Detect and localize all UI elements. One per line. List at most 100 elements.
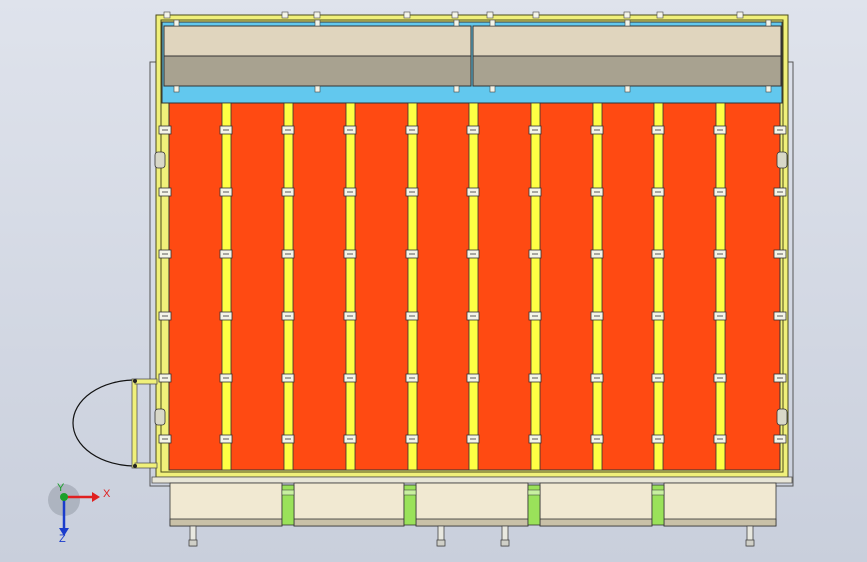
side-bracket-right: [776, 408, 788, 426]
module-clip: [219, 311, 233, 321]
green-connector: [403, 484, 417, 526]
header-tab: [173, 85, 180, 93]
green-connector: [527, 484, 541, 526]
module-clip: [343, 434, 357, 444]
module-clip: [219, 434, 233, 444]
bottom-box: [663, 482, 777, 527]
module-clip: [281, 434, 295, 444]
module-clip: [466, 125, 480, 135]
module-clip: [590, 373, 604, 383]
frame-tab: [486, 11, 494, 19]
module-clip: [281, 249, 295, 259]
module-clip: [773, 311, 787, 321]
module-clip: [651, 434, 665, 444]
top-panel-right: [472, 25, 782, 87]
axis-triad: X Z Y: [48, 482, 111, 545]
module-clip: [466, 434, 480, 444]
module-clip: [773, 249, 787, 259]
header-tab: [489, 19, 496, 27]
bottom-rail: [151, 476, 793, 484]
header-tab: [624, 85, 631, 93]
frame-tab: [403, 11, 411, 19]
module-clip: [219, 249, 233, 259]
module-clip: [466, 249, 480, 259]
separator-strip: [592, 102, 603, 471]
green-connector: [651, 484, 665, 526]
module-clip: [773, 373, 787, 383]
frame-tab: [623, 11, 631, 19]
module-clip: [158, 249, 172, 259]
header-tab: [173, 19, 180, 27]
module-clip: [281, 311, 295, 321]
module-clip: [773, 125, 787, 135]
side-bracket-right: [776, 151, 788, 169]
separator-strip: [345, 102, 356, 471]
bottom-box: [539, 482, 653, 527]
module-clip: [405, 187, 419, 197]
module-clip: [713, 373, 727, 383]
module-clip: [528, 373, 542, 383]
module-clip: [528, 125, 542, 135]
module-clip: [713, 311, 727, 321]
module-clip: [405, 311, 419, 321]
module-clip: [219, 373, 233, 383]
separator-strip: [468, 102, 479, 471]
module-clip: [343, 373, 357, 383]
module-clip: [528, 434, 542, 444]
module-clip: [651, 249, 665, 259]
x-axis-label: X: [103, 488, 111, 500]
header-tab: [314, 85, 321, 93]
module-clip: [713, 187, 727, 197]
module-clip: [713, 125, 727, 135]
module-clip: [281, 187, 295, 197]
module-clip: [651, 125, 665, 135]
support-foot: [500, 525, 510, 547]
module-clip: [590, 434, 604, 444]
module-clip: [281, 125, 295, 135]
module-clip: [405, 249, 419, 259]
module-clip: [773, 434, 787, 444]
module-clip: [343, 125, 357, 135]
module-clip: [651, 311, 665, 321]
frame-tab: [313, 11, 321, 19]
side-handle: [72, 378, 158, 469]
module-clip: [405, 373, 419, 383]
z-axis-label: Z: [59, 533, 66, 545]
y-axis-origin: [60, 493, 68, 501]
module-clip: [528, 249, 542, 259]
support-foot: [745, 525, 755, 547]
separator-strip: [283, 102, 294, 471]
module-clip: [528, 311, 542, 321]
module-clip: [405, 434, 419, 444]
frame-tab: [451, 11, 459, 19]
separator-strip: [715, 102, 726, 471]
bottom-box: [293, 482, 405, 527]
header-tab: [314, 19, 321, 27]
module-clip: [158, 125, 172, 135]
y-axis-label: Y: [57, 482, 65, 494]
module-clip: [466, 311, 480, 321]
module-clip: [158, 373, 172, 383]
frame-tab: [281, 11, 289, 19]
bottom-box: [169, 482, 283, 527]
module-clip: [158, 434, 172, 444]
module-clip: [590, 249, 604, 259]
support-foot: [188, 525, 198, 547]
module-clip: [219, 187, 233, 197]
separator-strip: [530, 102, 541, 471]
module-clip: [219, 125, 233, 135]
module-clip: [158, 311, 172, 321]
header-tab: [453, 19, 460, 27]
frame-tab: [532, 11, 540, 19]
separator-strip: [221, 102, 232, 471]
separator-strip: [407, 102, 418, 471]
bottom-box: [415, 482, 529, 527]
frame-tab: [656, 11, 664, 19]
module-clip: [590, 125, 604, 135]
header-tab: [489, 85, 496, 93]
support-feet: [188, 525, 755, 547]
top-panel-left: [163, 25, 472, 87]
side-bracket-left: [154, 151, 166, 169]
frame-tab: [163, 11, 171, 19]
header-tab: [765, 19, 772, 27]
